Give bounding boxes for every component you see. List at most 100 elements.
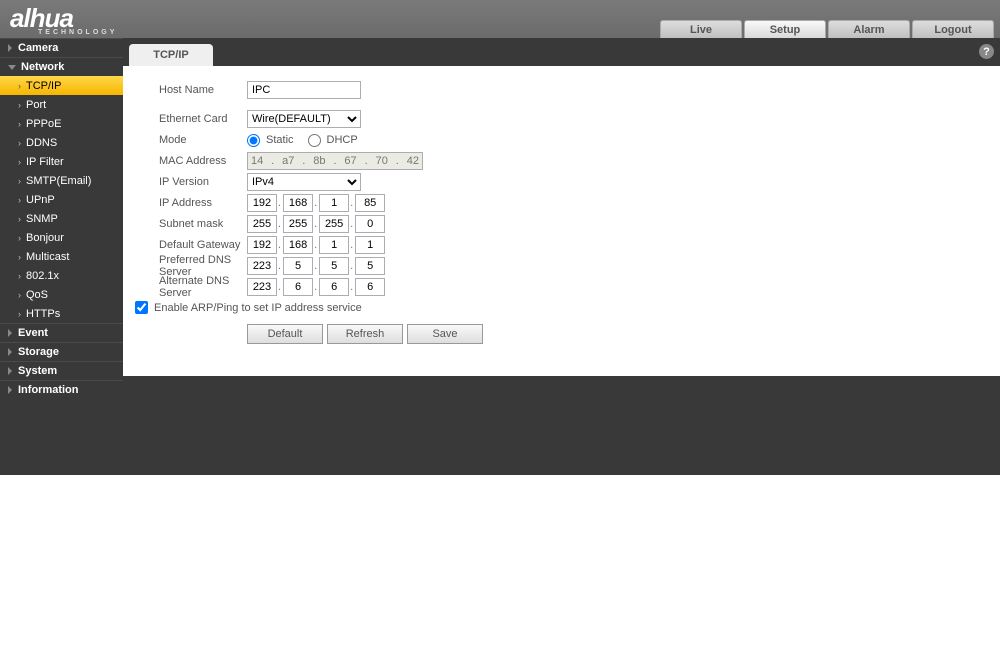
sidebar-item-https[interactable]: ›HTTPs <box>0 304 123 323</box>
chevron-right-icon: › <box>18 119 21 129</box>
host-name-input[interactable] <box>247 81 361 99</box>
dns1-field: . . . <box>247 257 384 275</box>
subnet-oct-1[interactable] <box>247 215 277 233</box>
dns1-oct-1[interactable] <box>247 257 277 275</box>
triangle-right-icon <box>8 386 12 394</box>
sidebar-item-ddns[interactable]: ›DDNS <box>0 133 123 152</box>
chevron-right-icon: › <box>18 157 21 167</box>
dns2-label: Alternate DNS Server <box>159 275 247 299</box>
dns1-oct-2[interactable] <box>283 257 313 275</box>
chevron-right-icon: › <box>18 100 21 110</box>
sidebar-cat-information[interactable]: Information <box>0 380 123 399</box>
ip-oct-4[interactable] <box>355 194 385 212</box>
ip-address-field: . . . <box>247 194 384 212</box>
arp-ping-checkbox[interactable] <box>135 301 148 314</box>
sidebar-item-port[interactable]: ›Port <box>0 95 123 114</box>
gateway-field: . . . <box>247 236 384 254</box>
gw-oct-3[interactable] <box>319 236 349 254</box>
tab-live[interactable]: Live <box>660 20 742 38</box>
sidebar-item-smtp[interactable]: › SMTP(Email) <box>0 171 123 190</box>
mac-oct: 8b <box>313 155 325 167</box>
dns2-oct-2[interactable] <box>283 278 313 296</box>
chevron-right-icon: › <box>18 195 21 205</box>
tab-logout[interactable]: Logout <box>912 20 994 38</box>
sidebar-item-label: HTTPs <box>26 308 60 320</box>
save-button[interactable]: Save <box>407 324 483 344</box>
gw-oct-2[interactable] <box>283 236 313 254</box>
subnet-oct-4[interactable] <box>355 215 385 233</box>
ip-version-label: IP Version <box>159 176 247 188</box>
sidebar-item-qos[interactable]: ›QoS <box>0 285 123 304</box>
dns1-oct-4[interactable] <box>355 257 385 275</box>
top-tabs: Live Setup Alarm Logout <box>660 20 994 38</box>
sidebar-item-label: SMTP(Email) <box>26 175 91 187</box>
sidebar-item-label: TCP/IP <box>26 80 61 92</box>
subnet-oct-2[interactable] <box>283 215 313 233</box>
page-tab-tcpip[interactable]: TCP/IP <box>129 44 213 66</box>
help-icon[interactable]: ? <box>979 44 994 59</box>
ip-address-label: IP Address <box>159 197 247 209</box>
sidebar-cat-storage[interactable]: Storage <box>0 342 123 361</box>
dns2-field: . . . <box>247 278 384 296</box>
subnet-field: . . . <box>247 215 384 233</box>
chevron-right-icon: › <box>18 214 21 224</box>
arp-ping-label: Enable ARP/Ping to set IP address servic… <box>154 302 362 314</box>
sidebar-cat-system[interactable]: System <box>0 361 123 380</box>
sidebar-item-multicast[interactable]: ›Multicast <box>0 247 123 266</box>
triangle-right-icon <box>8 367 12 375</box>
settings-panel: Host Name Ethernet Card Wire(DEFAULT) Mo… <box>123 66 1000 376</box>
sidebar-item-upnp[interactable]: ›UPnP <box>0 190 123 209</box>
sidebar-cat-label: Network <box>21 61 64 73</box>
mac-oct: 42 <box>407 155 419 167</box>
mac-oct: 14 <box>251 155 263 167</box>
sidebar-item-label: PPPoE <box>26 118 61 130</box>
header: alhua TECHNOLOGY Live Setup Alarm Logout <box>0 0 1000 38</box>
ethernet-card-label: Ethernet Card <box>159 113 247 125</box>
brand-sub: TECHNOLOGY <box>38 29 117 36</box>
mac-oct: 67 <box>344 155 356 167</box>
sidebar-cat-label: System <box>18 365 57 377</box>
subnet-oct-3[interactable] <box>319 215 349 233</box>
dns1-oct-3[interactable] <box>319 257 349 275</box>
sidebar-item-label: SNMP <box>26 213 58 225</box>
chevron-right-icon: › <box>18 81 21 91</box>
sidebar-item-ipfilter[interactable]: ›IP Filter <box>0 152 123 171</box>
sidebar-item-label: Multicast <box>26 251 69 263</box>
sidebar-item-snmp[interactable]: › SNMP <box>0 209 123 228</box>
mode-static-radio[interactable] <box>247 134 260 147</box>
gw-oct-4[interactable] <box>355 236 385 254</box>
mac-address-field: 14. a7. 8b. 67. 70. 42 <box>247 152 423 170</box>
ip-version-select[interactable]: IPv4 <box>247 173 361 191</box>
mode-label: Mode <box>159 134 247 146</box>
mode-dhcp-radio[interactable] <box>308 134 321 147</box>
sidebar-cat-label: Camera <box>18 42 58 54</box>
page-tab-strip: TCP/IP ? <box>123 38 1000 66</box>
gateway-label: Default Gateway <box>159 239 247 251</box>
sidebar-cat-event[interactable]: Event <box>0 323 123 342</box>
dns2-oct-4[interactable] <box>355 278 385 296</box>
sidebar-cat-network[interactable]: Network <box>0 57 123 76</box>
sidebar-cat-camera[interactable]: Camera <box>0 38 123 57</box>
refresh-button[interactable]: Refresh <box>327 324 403 344</box>
mac-oct: 70 <box>376 155 388 167</box>
chevron-right-icon: › <box>18 233 21 243</box>
ip-oct-1[interactable] <box>247 194 277 212</box>
sidebar-cat-label: Storage <box>18 346 59 358</box>
sidebar-item-label: 802.1x <box>26 270 59 282</box>
ip-oct-3[interactable] <box>319 194 349 212</box>
chevron-right-icon: › <box>18 271 21 281</box>
default-button[interactable]: Default <box>247 324 323 344</box>
sidebar-item-pppoe[interactable]: › PPPoE <box>0 114 123 133</box>
dns2-oct-3[interactable] <box>319 278 349 296</box>
tab-setup[interactable]: Setup <box>744 20 826 38</box>
ip-oct-2[interactable] <box>283 194 313 212</box>
triangle-right-icon <box>8 348 12 356</box>
tab-alarm[interactable]: Alarm <box>828 20 910 38</box>
dns2-oct-1[interactable] <box>247 278 277 296</box>
sidebar-item-tcpip[interactable]: › TCP/IP <box>0 76 123 95</box>
gw-oct-1[interactable] <box>247 236 277 254</box>
chevron-right-icon: › <box>18 176 21 186</box>
sidebar-item-bonjour[interactable]: ›Bonjour <box>0 228 123 247</box>
ethernet-card-select[interactable]: Wire(DEFAULT) <box>247 110 361 128</box>
sidebar-item-8021x[interactable]: › 802.1x <box>0 266 123 285</box>
